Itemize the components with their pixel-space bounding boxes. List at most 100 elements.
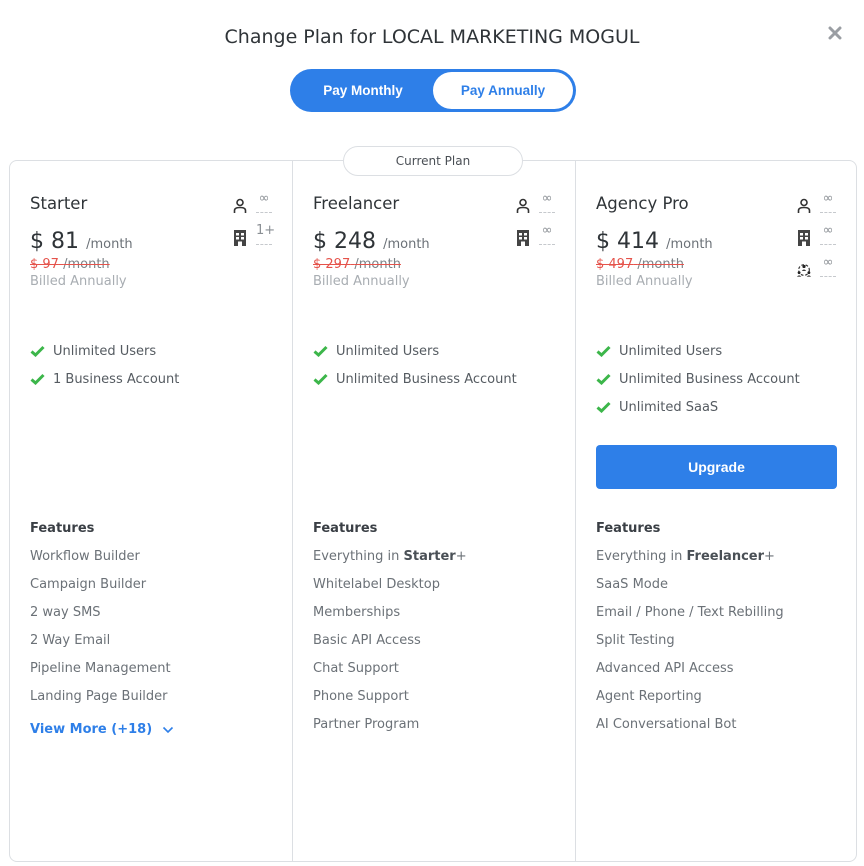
check-icon <box>313 345 329 357</box>
old-price-amount: $ 297 <box>313 257 351 272</box>
feature-item: 2 Way Email <box>30 633 111 648</box>
close-button[interactable] <box>824 22 846 44</box>
highlight-text: Unlimited Business Account <box>336 371 517 387</box>
billing-note: Billed Annually <box>30 274 127 289</box>
billing-note: Billed Annually <box>596 274 693 289</box>
old-price-period: /month <box>354 257 401 272</box>
plan-price: $ 248 /month <box>313 229 430 254</box>
plan-name: Agency Pro <box>596 194 689 213</box>
feature-item: Phone Support <box>313 689 409 704</box>
price-period: /month <box>666 237 713 252</box>
limit-value: ∞ <box>820 223 836 245</box>
features-heading: Features <box>30 521 95 536</box>
feature-item: AI Conversational Bot <box>596 717 737 732</box>
building-icon <box>796 227 812 249</box>
pay-annually-option[interactable]: Pay Annually <box>433 72 573 109</box>
billing-toggle: Pay Monthly Pay Annually <box>290 69 576 112</box>
feature-item: Pipeline Management <box>30 661 171 676</box>
price-period: /month <box>383 237 430 252</box>
plan-name: Starter <box>30 194 88 213</box>
highlight-item: Unlimited Users <box>30 337 179 365</box>
feature-item: Split Testing <box>596 633 675 648</box>
features-heading: Features <box>313 521 378 536</box>
plan-card-freelancer: Freelancer $ 248 /month $ 297 /month Bil… <box>292 161 575 861</box>
limit-users: ∞ <box>796 191 836 223</box>
feature-item: Memberships <box>313 605 401 620</box>
old-price: $ 297 /month <box>313 257 401 272</box>
pay-monthly-option[interactable]: Pay Monthly <box>293 72 433 109</box>
feature-item: Campaign Builder <box>30 577 147 592</box>
highlight-item: Unlimited SaaS <box>596 393 800 421</box>
plan-highlights: Unlimited Users Unlimited Business Accou… <box>313 337 517 393</box>
limit-users: ∞ <box>232 191 272 223</box>
features-heading: Features <box>596 521 661 536</box>
highlight-item: Unlimited Users <box>313 337 517 365</box>
plan-card-agency-pro: Agency Pro $ 414 /month $ 497 /month Bil… <box>575 161 856 861</box>
feature-item: Chat Support <box>313 661 399 676</box>
building-icon <box>515 227 531 249</box>
intro-plan-name: Starter <box>403 549 456 564</box>
limit-value: ∞ <box>256 191 272 213</box>
highlight-text: Unlimited Users <box>53 343 157 359</box>
feature-item: SaaS Mode <box>596 577 668 592</box>
team-icon <box>796 259 812 281</box>
feature-item: Partner Program <box>313 717 420 732</box>
limit-value: ∞ <box>820 255 836 277</box>
close-icon <box>828 26 842 40</box>
old-price-period: /month <box>637 257 684 272</box>
highlight-item: Unlimited Users <box>596 337 800 365</box>
plan-limits: ∞ ∞ <box>515 191 555 255</box>
dialog-title: Change Plan for LOCAL MARKETING MOGUL <box>224 26 640 48</box>
view-more-label: View More (+18) <box>30 722 153 737</box>
plan-highlights: Unlimited Users Unlimited Business Accou… <box>596 337 800 421</box>
price-amount: $ 81 <box>30 229 79 254</box>
plan-price: $ 414 /month <box>596 229 713 254</box>
user-icon <box>232 195 248 217</box>
limit-accounts: 1+ <box>232 223 275 255</box>
plan-highlights: Unlimited Users 1 Business Account <box>30 337 179 393</box>
intro-prefix: Everything in <box>313 549 404 564</box>
feature-item: Basic API Access <box>313 633 421 648</box>
user-icon <box>796 195 812 217</box>
user-icon <box>515 195 531 217</box>
old-price-amount: $ 97 <box>30 257 59 272</box>
features-list: Features Everything in Freelancer+ SaaS … <box>596 520 784 744</box>
chevron-down-icon <box>162 726 174 734</box>
old-price-period: /month <box>63 257 110 272</box>
check-icon <box>596 401 612 413</box>
limit-value: ∞ <box>820 191 836 213</box>
price-amount: $ 414 <box>596 229 659 254</box>
highlight-text: 1 Business Account <box>53 371 180 387</box>
feature-item: Agent Reporting <box>596 689 702 704</box>
feature-item: 2 way SMS <box>30 605 101 620</box>
intro-prefix: Everything in <box>596 549 687 564</box>
plan-price: $ 81 /month <box>30 229 133 254</box>
highlight-text: Unlimited Business Account <box>619 371 800 387</box>
limit-value: 1+ <box>256 223 275 245</box>
old-price-amount: $ 497 <box>596 257 634 272</box>
check-icon <box>313 373 329 385</box>
plan-name: Freelancer <box>313 194 400 213</box>
highlight-text: Unlimited Users <box>336 343 440 359</box>
price-amount: $ 248 <box>313 229 376 254</box>
check-icon <box>30 345 46 357</box>
highlight-text: Unlimited SaaS <box>619 399 719 415</box>
feature-item: Advanced API Access <box>596 661 734 676</box>
limit-accounts: ∞ <box>796 223 836 255</box>
check-icon <box>30 373 46 385</box>
highlight-item: Unlimited Business Account <box>596 365 800 393</box>
check-icon <box>596 373 612 385</box>
limit-value: ∞ <box>539 191 555 213</box>
feature-item: Workflow Builder <box>30 549 140 564</box>
feature-item-intro: Everything in Freelancer+ <box>596 548 784 576</box>
highlight-item: Unlimited Business Account <box>313 365 517 393</box>
old-price: $ 497 /month <box>596 257 684 272</box>
old-price: $ 97 /month <box>30 257 110 272</box>
feature-item-intro: Everything in Starter+ <box>313 548 467 576</box>
view-more-link[interactable]: View More (+18) <box>30 716 174 744</box>
upgrade-button[interactable]: Upgrade <box>596 445 837 489</box>
feature-item: Landing Page Builder <box>30 689 168 704</box>
limit-value: ∞ <box>539 223 555 245</box>
plan-card-starter: Starter $ 81 /month $ 97 /month Billed A… <box>10 161 292 861</box>
features-list: Features Everything in Starter+ Whitelab… <box>313 520 467 744</box>
